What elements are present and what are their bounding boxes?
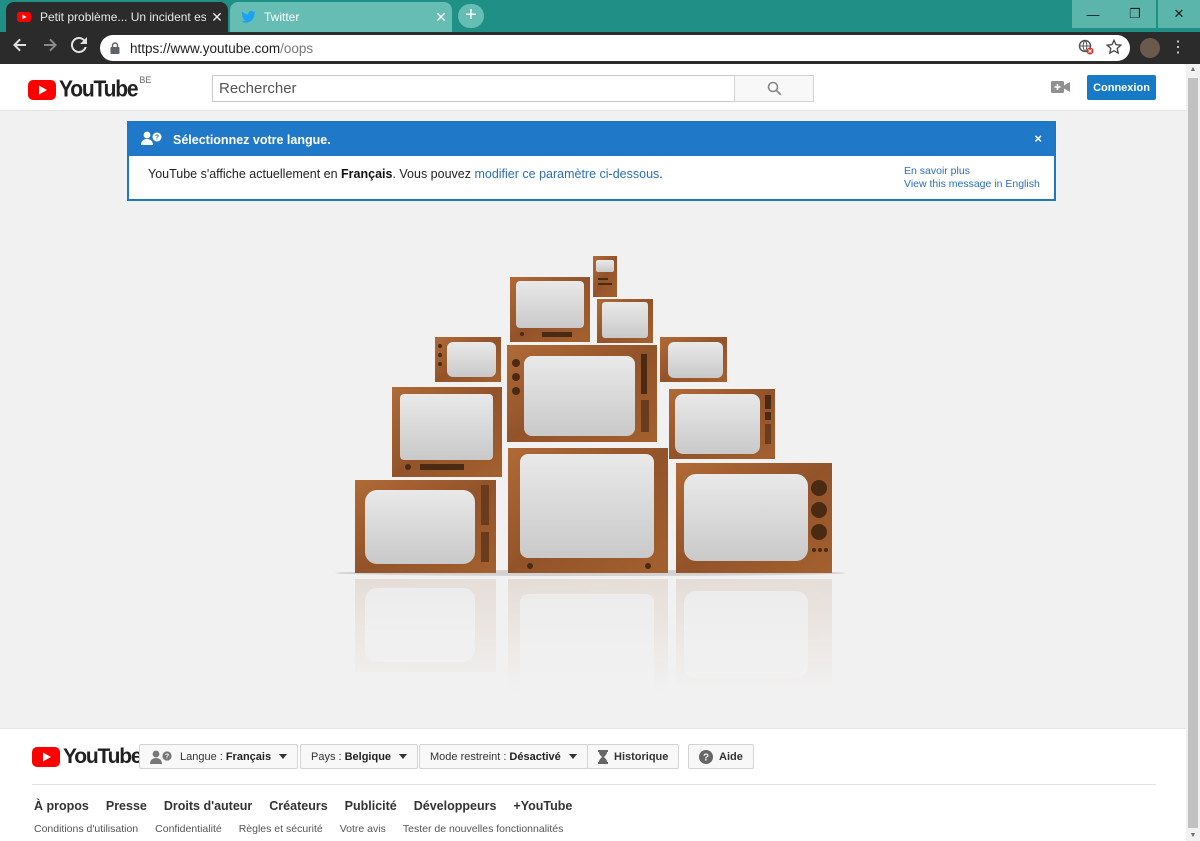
tab-twitter[interactable]: Twitter ✕: [230, 2, 452, 32]
footer-link-press[interactable]: Presse: [106, 799, 147, 813]
notice-title: Sélectionnez votre langue.: [173, 132, 331, 147]
minimize-button[interactable]: —: [1072, 0, 1114, 28]
help-button[interactable]: ? Aide: [688, 744, 754, 769]
broken-tvs-illustration: [330, 256, 850, 692]
svg-text:?: ?: [165, 753, 169, 760]
footer-link-privacy[interactable]: Confidentialité: [155, 823, 222, 835]
browser-menu-icon[interactable]: ⋮: [1170, 36, 1186, 60]
help-icon: ?: [699, 749, 713, 764]
browser-tabstrip: Petit problème... Un incident est s ✕ Tw…: [0, 0, 1200, 32]
search-icon: [767, 81, 781, 96]
svg-text:?: ?: [703, 752, 709, 763]
users-language-icon: ?: [141, 131, 163, 148]
footer-link-feedback[interactable]: Votre avis: [340, 823, 386, 835]
star-icon[interactable]: [1105, 38, 1123, 60]
youtube-play-icon: [32, 747, 60, 767]
tab-title: Petit problème... Un incident est s: [40, 10, 206, 24]
search-input[interactable]: Rechercher: [212, 75, 735, 102]
address-bar[interactable]: https://www.youtube.com/oops: [100, 35, 1130, 61]
caret-down-icon: [399, 754, 408, 759]
footer-link-about[interactable]: À propos: [34, 799, 89, 813]
back-arrow-icon[interactable]: [8, 36, 32, 60]
hourglass-icon: [598, 749, 608, 764]
footer-link-creators[interactable]: Créateurs: [269, 799, 327, 813]
youtube-favicon: [16, 9, 32, 25]
maximize-button[interactable]: ❐: [1114, 0, 1156, 28]
youtube-play-icon: [28, 80, 56, 100]
upload-video-icon[interactable]: [1051, 80, 1070, 99]
caret-down-icon: [568, 754, 577, 759]
close-icon[interactable]: ×: [1034, 131, 1042, 146]
view-english-link[interactable]: View this message in English: [904, 178, 1040, 191]
twitter-favicon: [240, 9, 256, 25]
scroll-down-arrow-icon[interactable]: ▼: [1186, 832, 1200, 839]
footer-youtube-logo[interactable]: YouTube: [32, 745, 143, 769]
footer-link-test-features[interactable]: Tester de nouvelles fonctionnalités: [403, 823, 564, 835]
footer-link-developers[interactable]: Développeurs: [414, 799, 497, 813]
footer-primary-links: À propos Presse Droits d'auteur Créateur…: [34, 799, 572, 813]
tab-close-icon[interactable]: ✕: [206, 9, 228, 26]
svg-text:?: ?: [155, 135, 159, 142]
forward-arrow-icon[interactable]: [38, 36, 62, 60]
region-code: BE: [139, 75, 152, 85]
footer-link-copyright[interactable]: Droits d'auteur: [164, 799, 252, 813]
learn-more-link[interactable]: En savoir plus: [904, 165, 1040, 178]
footer-link-plus-youtube[interactable]: +YouTube: [513, 799, 572, 813]
translate-blocked-icon[interactable]: [1078, 39, 1094, 60]
youtube-logo[interactable]: YouTube BE: [28, 75, 152, 102]
caret-down-icon: [279, 754, 288, 759]
footer-link-advertise[interactable]: Publicité: [345, 799, 397, 813]
url-text: https://www.youtube.com/oops: [130, 40, 314, 56]
change-setting-link[interactable]: modifier ce paramètre ci-dessous: [474, 167, 659, 181]
notice-links: En savoir plus View this message in Engl…: [904, 165, 1040, 191]
scrollbar-thumb[interactable]: [1188, 78, 1198, 828]
tab-close-icon[interactable]: ✕: [430, 9, 452, 26]
signin-button[interactable]: Connexion: [1087, 75, 1156, 100]
footer-link-policy-safety[interactable]: Règles et sécurité: [239, 823, 323, 835]
reload-icon[interactable]: [67, 36, 91, 60]
language-notice: ? Sélectionnez votre langue. × YouTube s…: [127, 121, 1056, 201]
footer-secondary-links: Conditions d'utilisation Confidentialité…: [34, 823, 563, 835]
page-scrollbar[interactable]: ▲ ▼: [1186, 64, 1200, 841]
tab-title: Twitter: [264, 10, 300, 24]
notice-body: YouTube s'affiche actuellement en França…: [148, 165, 1040, 191]
lock-icon: [100, 42, 130, 54]
footer-divider: [32, 784, 1156, 785]
tab-youtube[interactable]: Petit problème... Un incident est s ✕: [6, 2, 228, 32]
search-button[interactable]: [734, 75, 814, 102]
scroll-up-arrow-icon[interactable]: ▲: [1186, 66, 1200, 73]
new-tab-button[interactable]: +: [458, 4, 484, 28]
profile-avatar[interactable]: [1140, 38, 1160, 58]
language-picker-button[interactable]: ? Langue : Français: [139, 744, 299, 769]
close-window-button[interactable]: ✕: [1158, 0, 1200, 28]
footer-link-terms[interactable]: Conditions d'utilisation: [34, 823, 138, 835]
history-button[interactable]: Historique: [587, 744, 680, 769]
notice-header: ? Sélectionnez votre langue. ×: [129, 123, 1054, 156]
country-picker-button[interactable]: Pays : Belgique: [300, 744, 419, 769]
users-language-icon: ?: [150, 750, 174, 764]
browser-toolbar: https://www.youtube.com/oops: [0, 32, 1200, 64]
restricted-mode-button[interactable]: Mode restreint : Désactivé: [419, 744, 588, 769]
current-language: Français: [341, 167, 393, 181]
